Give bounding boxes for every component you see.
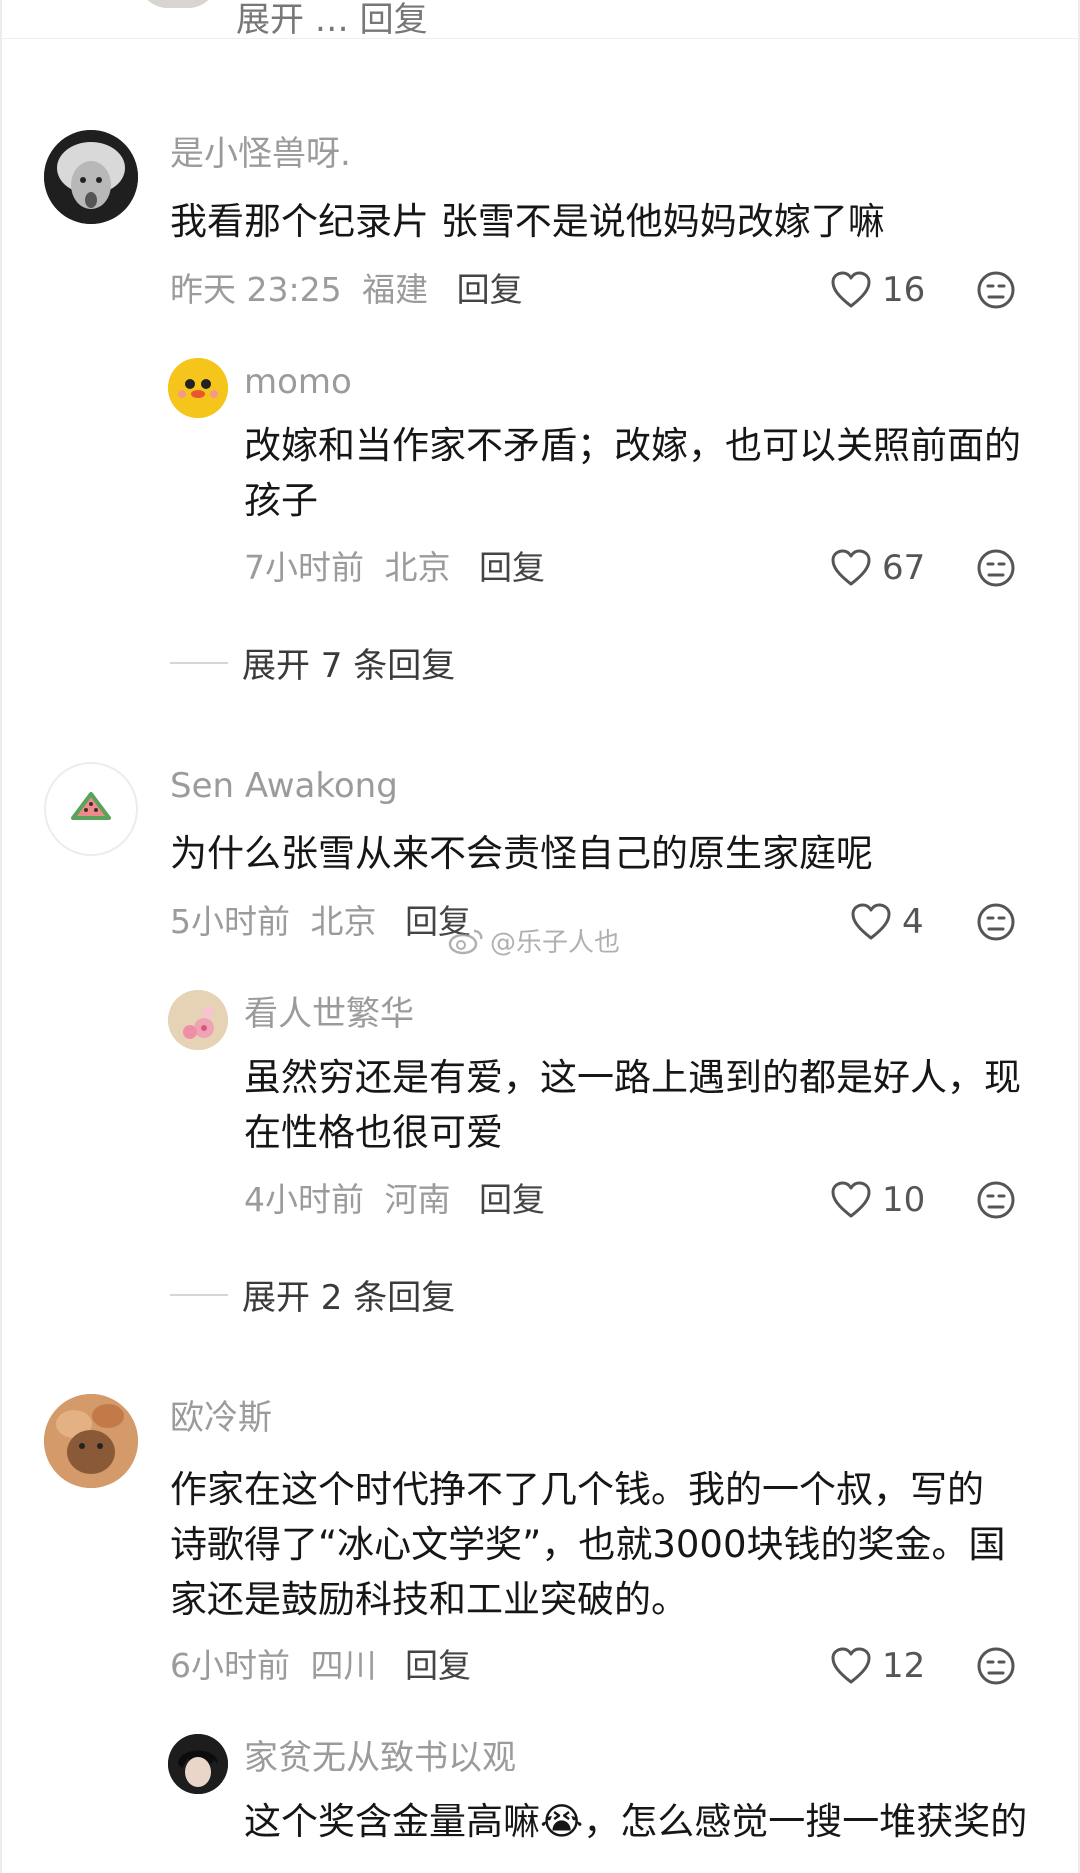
comment-content: 我看那个纪录片 张雪不是说他妈妈改嫁了嘛 xyxy=(170,200,885,243)
reply-time: 7小时前 xyxy=(244,548,364,587)
left-edge xyxy=(0,0,2,1873)
partial-avatar xyxy=(138,0,218,8)
comment-content: 作家在这个时代挣不了几个钱。我的一个叔，写的诗歌得了“冰心文学奖”，也就3000… xyxy=(170,1468,1006,1621)
expand-line xyxy=(170,661,228,664)
yellow-chick-avatar[interactable] xyxy=(168,358,228,418)
heart-icon xyxy=(851,903,891,940)
weibo-icon xyxy=(448,929,483,954)
weibo-watermark: @乐子人也 xyxy=(448,922,620,959)
expand-line xyxy=(170,1293,228,1296)
reply-button[interactable]: 回复 xyxy=(457,270,523,309)
expand-label: 展开 2 条回复 xyxy=(242,1278,456,1318)
comment-time: 6小时前 xyxy=(170,1646,290,1685)
reply-button[interactable]: 回复 xyxy=(405,1646,471,1685)
reply-content: 虽然穷还是有爱，这一路上遇到的都是好人，现在性格也很可爱 xyxy=(244,1056,1021,1154)
expand-replies-button[interactable]: 展开 7 条回复 xyxy=(170,638,455,687)
dislike-face-icon[interactable] xyxy=(976,270,1016,310)
comment-content: 为什么张雪从来不会责怪自己的原生家庭呢 xyxy=(170,832,873,875)
dislike-face-icon[interactable] xyxy=(976,548,1016,588)
partial-expand-text: 展开 … 回复 xyxy=(236,0,428,40)
like-button[interactable]: 12 xyxy=(830,1646,925,1686)
comment-username[interactable]: 欧冷斯 xyxy=(170,1398,272,1438)
reply-button[interactable]: 回复 xyxy=(479,548,545,587)
like-button[interactable]: 16 xyxy=(830,270,925,310)
comment-location: 四川 xyxy=(310,1646,377,1685)
flower-avatar[interactable] xyxy=(168,990,228,1050)
comment-meta: 昨天 23:25 福建 回复 xyxy=(170,270,523,310)
heart-icon xyxy=(831,549,871,586)
heart-icon xyxy=(831,271,871,308)
comment-time: 5小时前 xyxy=(170,902,290,941)
comment-location: 福建 xyxy=(362,270,429,309)
comment-meta: 5小时前 北京 回复 xyxy=(170,902,471,942)
dislike-face-icon[interactable] xyxy=(976,902,1016,942)
reply-content: 这个奖含金量高嘛😭，怎么感觉一搜一堆获奖的 xyxy=(244,1800,1028,1843)
reply-location: 河南 xyxy=(384,1180,451,1219)
dislike-face-icon[interactable] xyxy=(976,1180,1016,1220)
heart-icon xyxy=(831,1181,871,1218)
watermelon-avatar[interactable] xyxy=(44,762,138,856)
like-button[interactable]: 4 xyxy=(850,902,924,942)
like-count: 4 xyxy=(902,902,924,942)
like-count: 12 xyxy=(882,1646,926,1686)
comment-username[interactable]: 是小怪兽呀. xyxy=(170,134,351,174)
heart-icon xyxy=(831,1647,871,1684)
like-button[interactable]: 67 xyxy=(830,548,925,588)
top-divider xyxy=(0,38,1080,39)
like-count: 10 xyxy=(882,1180,926,1220)
anime-boy-avatar[interactable] xyxy=(168,1734,228,1794)
expand-label: 展开 7 条回复 xyxy=(242,646,456,686)
like-count: 16 xyxy=(882,270,926,310)
reply-button[interactable]: 回复 xyxy=(479,1180,545,1219)
reply-content: 改嫁和当作家不矛盾；改嫁，也可以关照前面的孩子 xyxy=(244,424,1021,522)
comment-meta: 6小时前 四川 回复 xyxy=(170,1646,471,1686)
comment-username[interactable]: Sen Awakong xyxy=(170,766,398,806)
reply-meta: 7小时前 北京 回复 xyxy=(244,548,545,588)
reply-username[interactable]: momo xyxy=(244,362,352,402)
comment-time: 昨天 23:25 xyxy=(170,270,342,309)
reply-location: 北京 xyxy=(384,548,451,587)
watermark-text: @乐子人也 xyxy=(490,928,621,958)
like-count: 67 xyxy=(882,548,926,588)
reply-username[interactable]: 家贫无从致书以观 xyxy=(244,1738,516,1778)
expand-replies-button[interactable]: 展开 2 条回复 xyxy=(170,1270,455,1319)
capybara-avatar[interactable] xyxy=(44,1394,138,1488)
reply-meta: 4小时前 河南 回复 xyxy=(244,1180,545,1220)
like-button[interactable]: 10 xyxy=(830,1180,925,1220)
reply-username[interactable]: 看人世繁华 xyxy=(244,994,414,1034)
comment-location: 北京 xyxy=(310,902,377,941)
einstein-photo-avatar[interactable] xyxy=(44,130,138,224)
reply-time: 4小时前 xyxy=(244,1180,364,1219)
dislike-face-icon[interactable] xyxy=(976,1646,1016,1686)
